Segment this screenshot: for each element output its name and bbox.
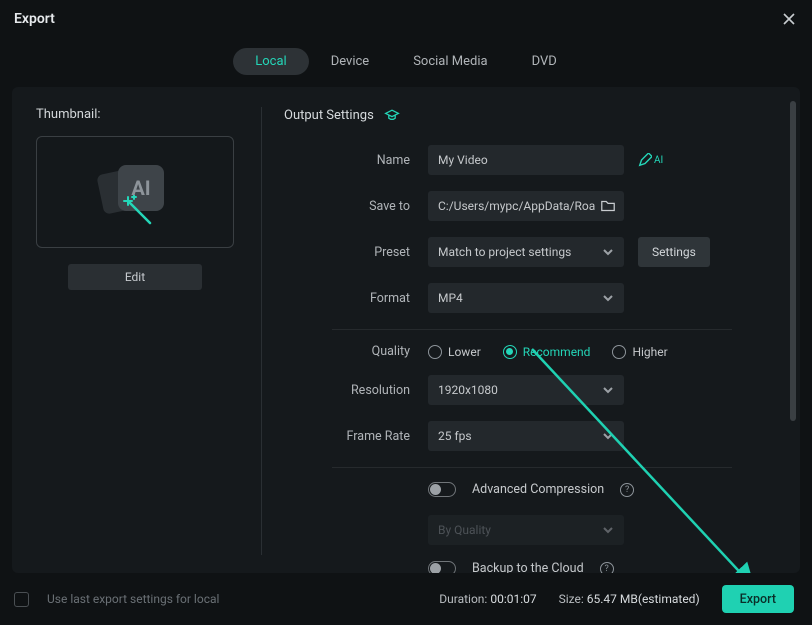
quality-radio-group: Lower Recommend Higher: [428, 345, 668, 359]
advanced-compression-toggle[interactable]: [428, 482, 456, 497]
preset-select[interactable]: Match to project settings: [428, 237, 624, 267]
titlebar: Export: [0, 0, 812, 32]
resolution-select[interactable]: 1920x1080: [428, 375, 624, 405]
resolution-label: Resolution: [284, 383, 428, 398]
advanced-mode-value: By Quality: [438, 523, 491, 537]
chevron-down-icon: [602, 384, 614, 396]
thumbnail-label: Thumbnail:: [36, 107, 237, 122]
thumbnail-placeholder-icon: AI: [100, 165, 170, 219]
use-last-settings-label: Use last export settings for local: [47, 592, 219, 606]
chevron-down-icon: [602, 246, 614, 258]
output-settings-title: Output Settings: [284, 108, 374, 123]
backup-cloud-help[interactable]: ?: [600, 562, 614, 574]
close-button[interactable]: [780, 10, 798, 28]
backup-cloud-label: Backup to the Cloud: [472, 561, 584, 573]
graduation-cap-icon: [384, 107, 400, 123]
pencil-icon: [638, 153, 652, 167]
quality-recommend-radio[interactable]: Recommend: [503, 345, 591, 359]
framerate-value: 25 fps: [438, 429, 472, 443]
divider: [332, 467, 732, 468]
advanced-mode-select: By Quality: [428, 515, 624, 545]
folder-icon: [600, 198, 616, 214]
chevron-down-icon: [602, 524, 614, 536]
quality-higher-radio[interactable]: Higher: [612, 345, 667, 359]
backup-cloud-toggle[interactable]: [428, 561, 456, 573]
tab-social-media[interactable]: Social Media: [391, 48, 509, 75]
quality-label: Quality: [284, 344, 428, 359]
ai-rename-button[interactable]: AI: [638, 153, 663, 167]
tab-device[interactable]: Device: [309, 48, 392, 75]
chevron-down-icon: [602, 430, 614, 442]
preset-label: Preset: [284, 245, 428, 260]
magic-wand-icon: [122, 195, 156, 233]
preset-value: Match to project settings: [438, 245, 571, 259]
browse-folder-button[interactable]: [600, 198, 616, 214]
name-input[interactable]: [428, 145, 624, 175]
scrollbar[interactable]: [790, 101, 796, 421]
close-icon: [782, 12, 796, 26]
use-last-settings-checkbox[interactable]: [14, 592, 29, 607]
thumbnail-panel: Thumbnail: AI Edit: [36, 107, 261, 555]
thumbnail-preview[interactable]: AI: [36, 136, 234, 248]
format-label: Format: [284, 291, 428, 306]
duration-info: Duration: 00:01:07: [439, 592, 536, 606]
saveto-label: Save to: [284, 199, 428, 214]
advanced-compression-help[interactable]: ?: [620, 483, 634, 497]
footer: Use last export settings for local Durat…: [0, 573, 812, 625]
tab-dvd[interactable]: DVD: [510, 48, 579, 75]
resolution-value: 1920x1080: [438, 383, 498, 397]
chevron-down-icon: [602, 292, 614, 304]
advanced-compression-label: Advanced Compression: [472, 482, 604, 497]
edit-thumbnail-button[interactable]: Edit: [68, 264, 202, 290]
output-settings-header: Output Settings: [284, 107, 766, 123]
export-tabs: Local Device Social Media DVD: [0, 48, 812, 75]
output-settings-panel: Output Settings Name AI Save to: [262, 107, 776, 555]
quality-lower-radio[interactable]: Lower: [428, 345, 481, 359]
format-select[interactable]: MP4: [428, 283, 624, 313]
framerate-select[interactable]: 25 fps: [428, 421, 624, 451]
name-label: Name: [284, 153, 428, 168]
export-button[interactable]: Export: [722, 585, 794, 613]
saveto-input[interactable]: [428, 191, 624, 221]
divider: [332, 329, 732, 330]
size-info: Size: 65.47 MB(estimated): [559, 592, 700, 606]
window-title: Export: [14, 11, 55, 27]
content-card: Thumbnail: AI Edit Output Settings Name: [12, 87, 800, 573]
preset-settings-button[interactable]: Settings: [638, 237, 710, 267]
export-window: Export Local Device Social Media DVD Thu…: [0, 0, 812, 625]
format-value: MP4: [438, 291, 463, 305]
framerate-label: Frame Rate: [284, 429, 428, 444]
tab-local[interactable]: Local: [233, 48, 308, 75]
